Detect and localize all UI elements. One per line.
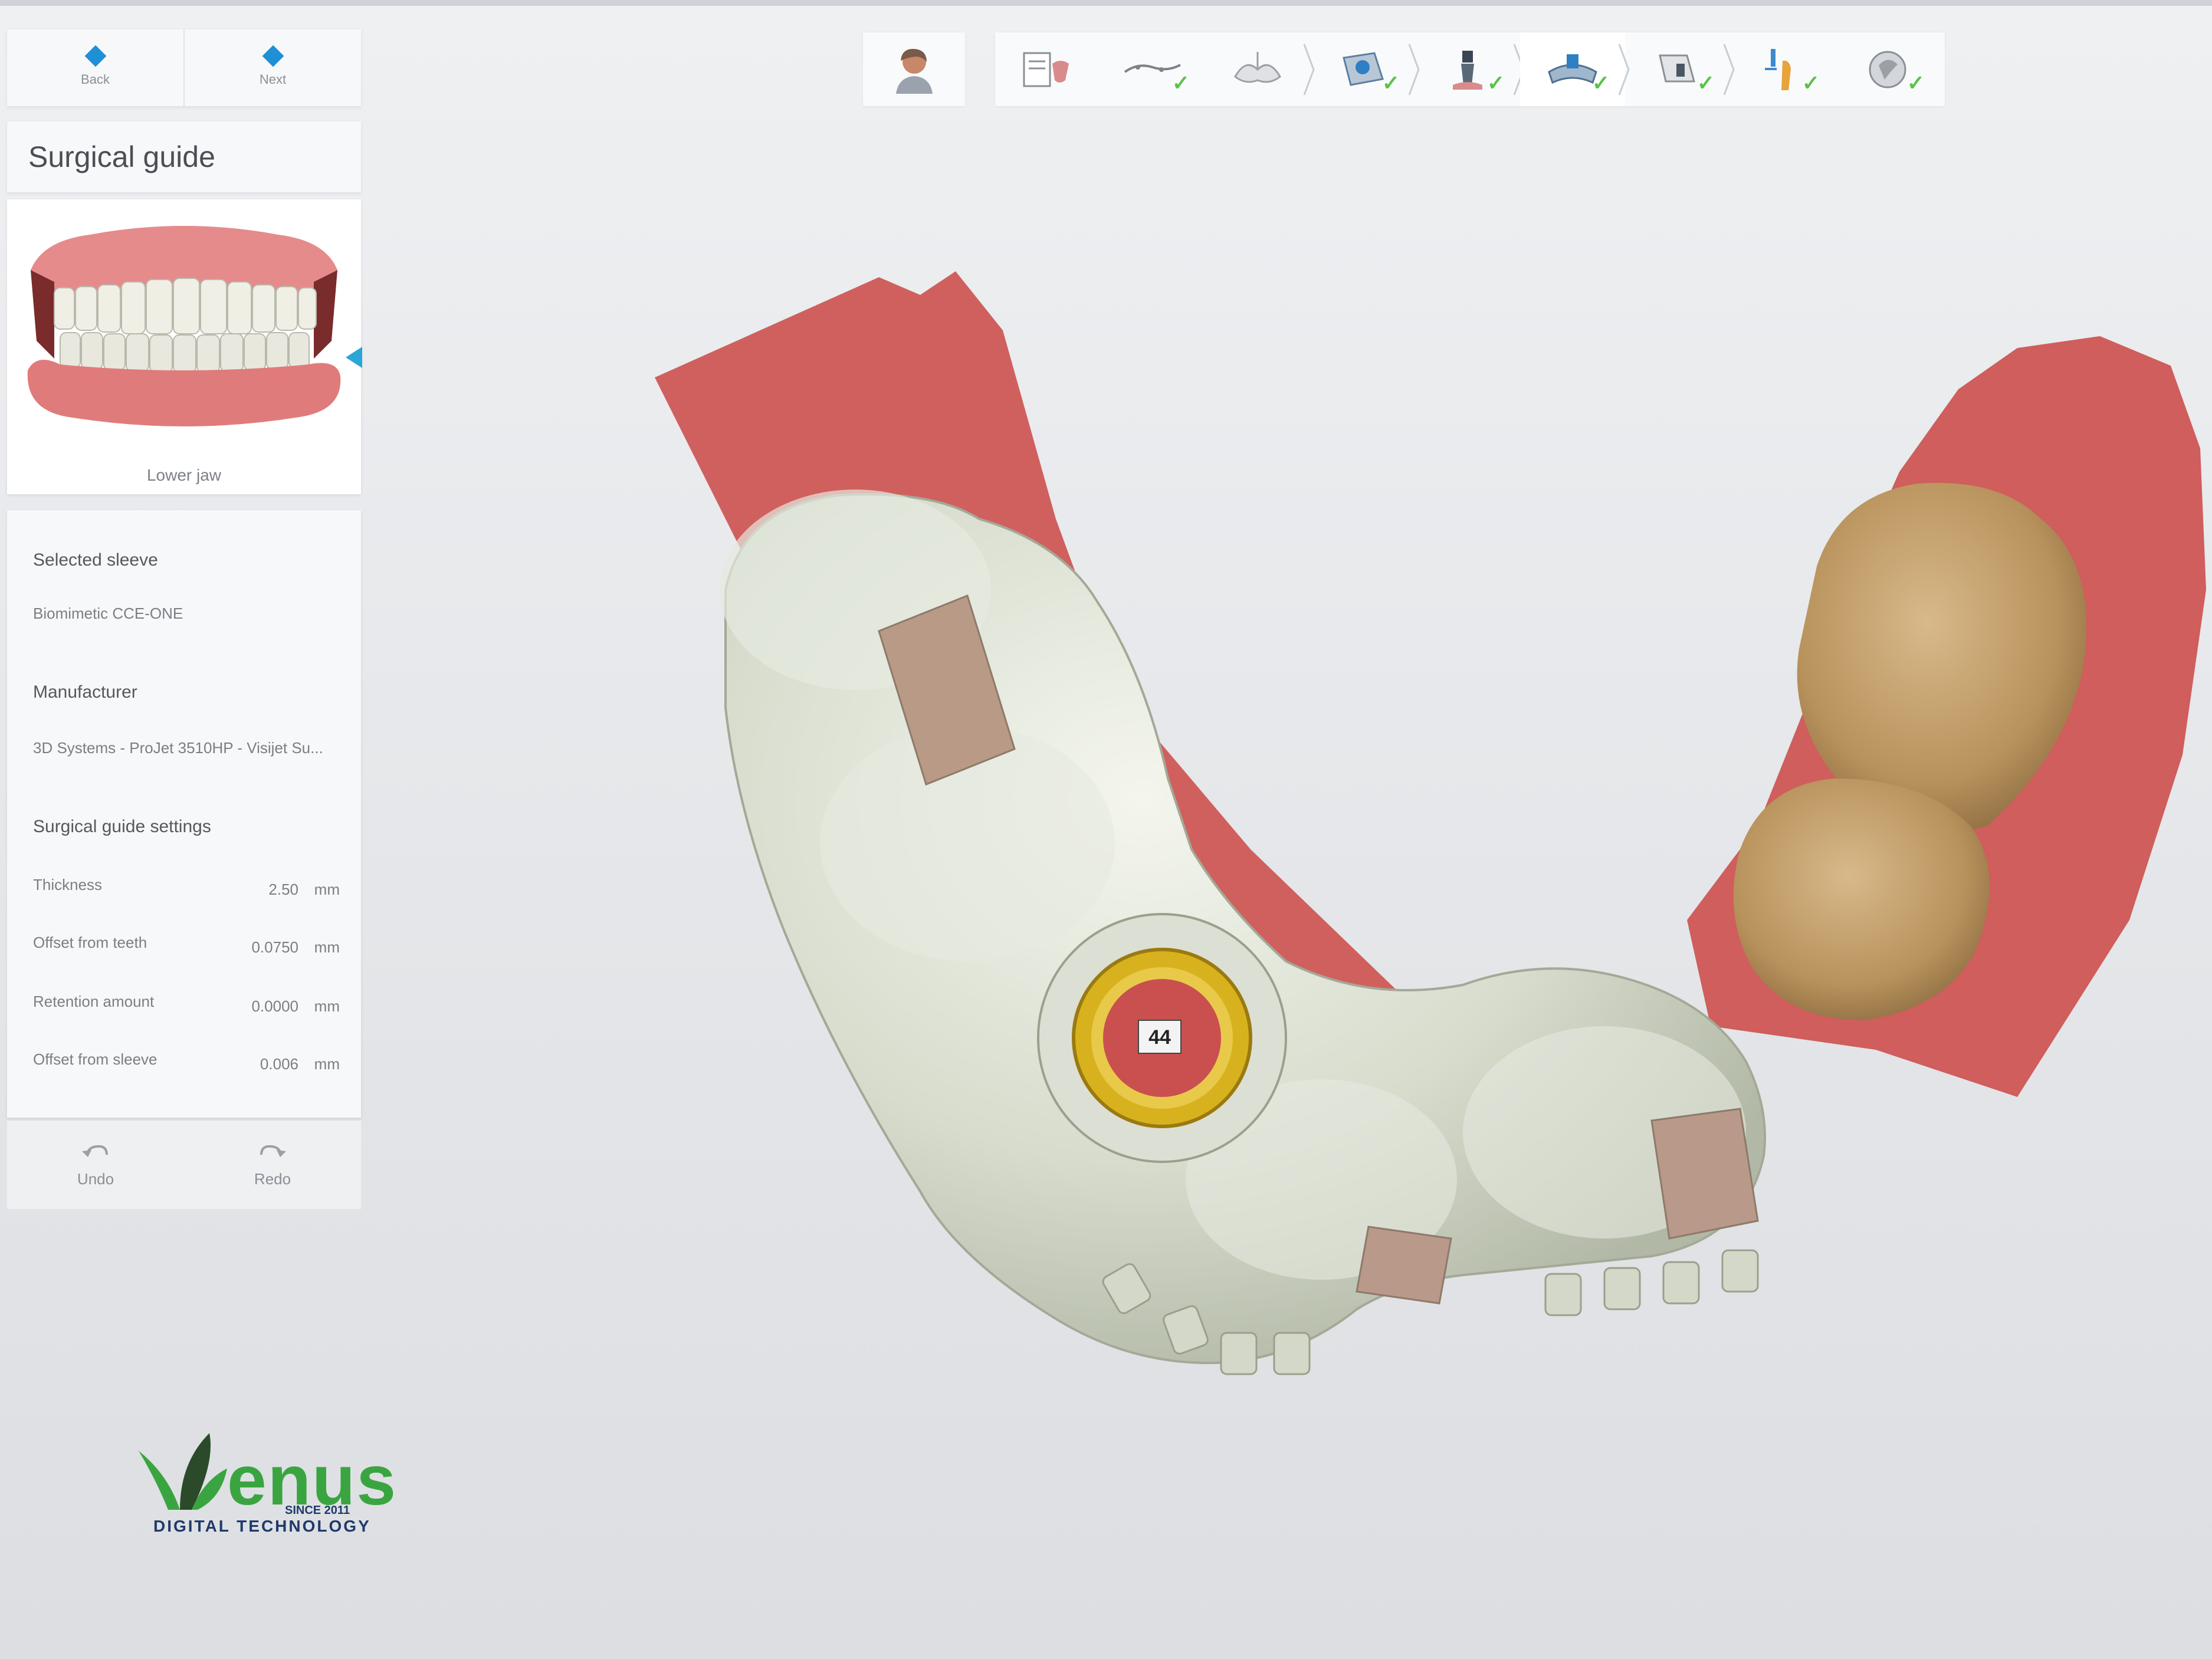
undo-icon — [82, 1145, 108, 1157]
implant-icon — [1453, 50, 1482, 90]
selected-sleeve-value: Biomimetic CCE-ONE — [33, 605, 183, 622]
back-button[interactable]: Back — [7, 29, 183, 106]
step-title-box: Surgical guide — [7, 121, 361, 192]
patient-button[interactable] — [863, 32, 965, 106]
step-export[interactable]: ✓ — [1835, 32, 1940, 106]
undo-label: Undo — [77, 1169, 114, 1188]
undo-button[interactable]: Undo — [7, 1121, 184, 1209]
navigation-box: Back Next — [7, 29, 361, 106]
completed-check-icon: ✓ — [1381, 71, 1400, 95]
selected-sleeve-label: Selected sleeve — [33, 550, 158, 570]
setting-row-thickness[interactable]: Thickness 2.50 mm — [33, 876, 340, 899]
setting-label: Retention amount — [33, 993, 155, 1010]
setting-row-offset-from-teeth[interactable]: Offset from teeth 0.0750 mm — [33, 934, 340, 957]
next-button[interactable]: Next — [183, 29, 361, 106]
setting-unit: mm — [314, 997, 340, 1015]
setting-label: Thickness — [33, 876, 103, 893]
completed-check-icon: ✓ — [1591, 71, 1610, 95]
jaw-model-render: 44 — [655, 271, 2206, 1375]
upper-gum-shadow-right — [314, 270, 337, 359]
venus-logo: enus SINCE 2011 DIGITAL TECHNOLOGY — [133, 1427, 396, 1545]
manufacturer-label: Manufacturer — [33, 682, 137, 702]
completed-check-icon: ✓ — [1171, 71, 1190, 95]
step-drill[interactable]: ✓ — [1730, 32, 1835, 106]
completed-check-icon: ✓ — [1906, 71, 1925, 95]
setting-value[interactable]: 0.0750 — [251, 938, 298, 957]
completed-check-icon: ✓ — [1696, 71, 1715, 95]
jaw-preview-image — [27, 226, 341, 426]
setting-label: Offset from teeth — [33, 934, 147, 951]
workflow-toolbar: ✓ ✓ ✓ ✓ ✓ ✓ ✓ — [995, 32, 1945, 106]
upper-gum-shadow-left — [31, 270, 54, 359]
step-surgical-guide[interactable]: ✓ — [1520, 32, 1630, 106]
page-title: Surgical guide — [28, 140, 215, 173]
sleeve-info-panel: Selected sleeve Biomimetic CCE-ONE Manuf… — [7, 510, 361, 1118]
3d-viewport[interactable]: 44 — [590, 224, 2212, 1466]
lower-teeth — [60, 332, 310, 373]
settings-label: Surgical guide settings — [33, 817, 211, 836]
manufacturer-value: 3D Systems - ProJet 3510HP - Visijet Su.… — [33, 739, 323, 757]
setting-value[interactable]: 2.50 — [268, 881, 298, 899]
setting-row-offset-from-sleeve[interactable]: Offset from sleeve 0.006 mm — [33, 1050, 340, 1074]
setting-value[interactable]: 0.006 — [260, 1055, 298, 1073]
export-icon — [1869, 51, 1906, 88]
step-admin[interactable] — [995, 32, 1100, 106]
leaf-logo-icon — [139, 1433, 227, 1510]
logo-since: SINCE 2011 — [285, 1504, 350, 1517]
logo-subtitle: DIGITAL TECHNOLOGY — [153, 1517, 371, 1535]
patient-toolbar — [863, 32, 965, 106]
step-sleeve[interactable]: ✓ — [1625, 32, 1735, 106]
back-arrow-icon — [84, 45, 106, 67]
completed-check-icon: ✓ — [1486, 71, 1505, 95]
step-scan[interactable]: ✓ — [1100, 32, 1205, 106]
jaw-selector[interactable]: Lower jaw — [7, 199, 362, 494]
completed-check-icon: ✓ — [1801, 71, 1820, 95]
inspection-window — [1650, 1108, 1759, 1240]
patient-icon — [895, 48, 933, 94]
window-top-edge — [0, 0, 2212, 6]
step-implant[interactable]: ✓ — [1415, 32, 1525, 106]
step-model[interactable] — [1205, 32, 1315, 106]
setting-unit: mm — [314, 938, 340, 956]
setting-value[interactable]: 0.0000 — [251, 997, 298, 1016]
admin-icon — [1023, 52, 1069, 87]
setting-unit: mm — [314, 1055, 340, 1073]
setting-unit: mm — [314, 881, 340, 898]
model-icon — [1234, 51, 1281, 83]
redo-icon — [260, 1145, 286, 1157]
redo-button[interactable]: Redo — [184, 1121, 361, 1209]
jaw-label: Lower jaw — [146, 466, 222, 484]
back-label: Back — [81, 72, 110, 87]
redo-label: Redo — [254, 1169, 291, 1188]
next-arrow-icon — [262, 45, 284, 67]
next-label: Next — [259, 72, 287, 87]
step-import[interactable]: ✓ — [1310, 32, 1420, 106]
jaw-selector-arrow-icon — [346, 347, 362, 368]
history-box: Undo Redo — [7, 1121, 361, 1209]
inspection-window — [1356, 1226, 1452, 1305]
implant-label: 44 — [1148, 1026, 1171, 1049]
setting-label: Offset from sleeve — [33, 1050, 157, 1068]
setting-row-retention-amount[interactable]: Retention amount 0.0000 mm — [33, 993, 340, 1016]
